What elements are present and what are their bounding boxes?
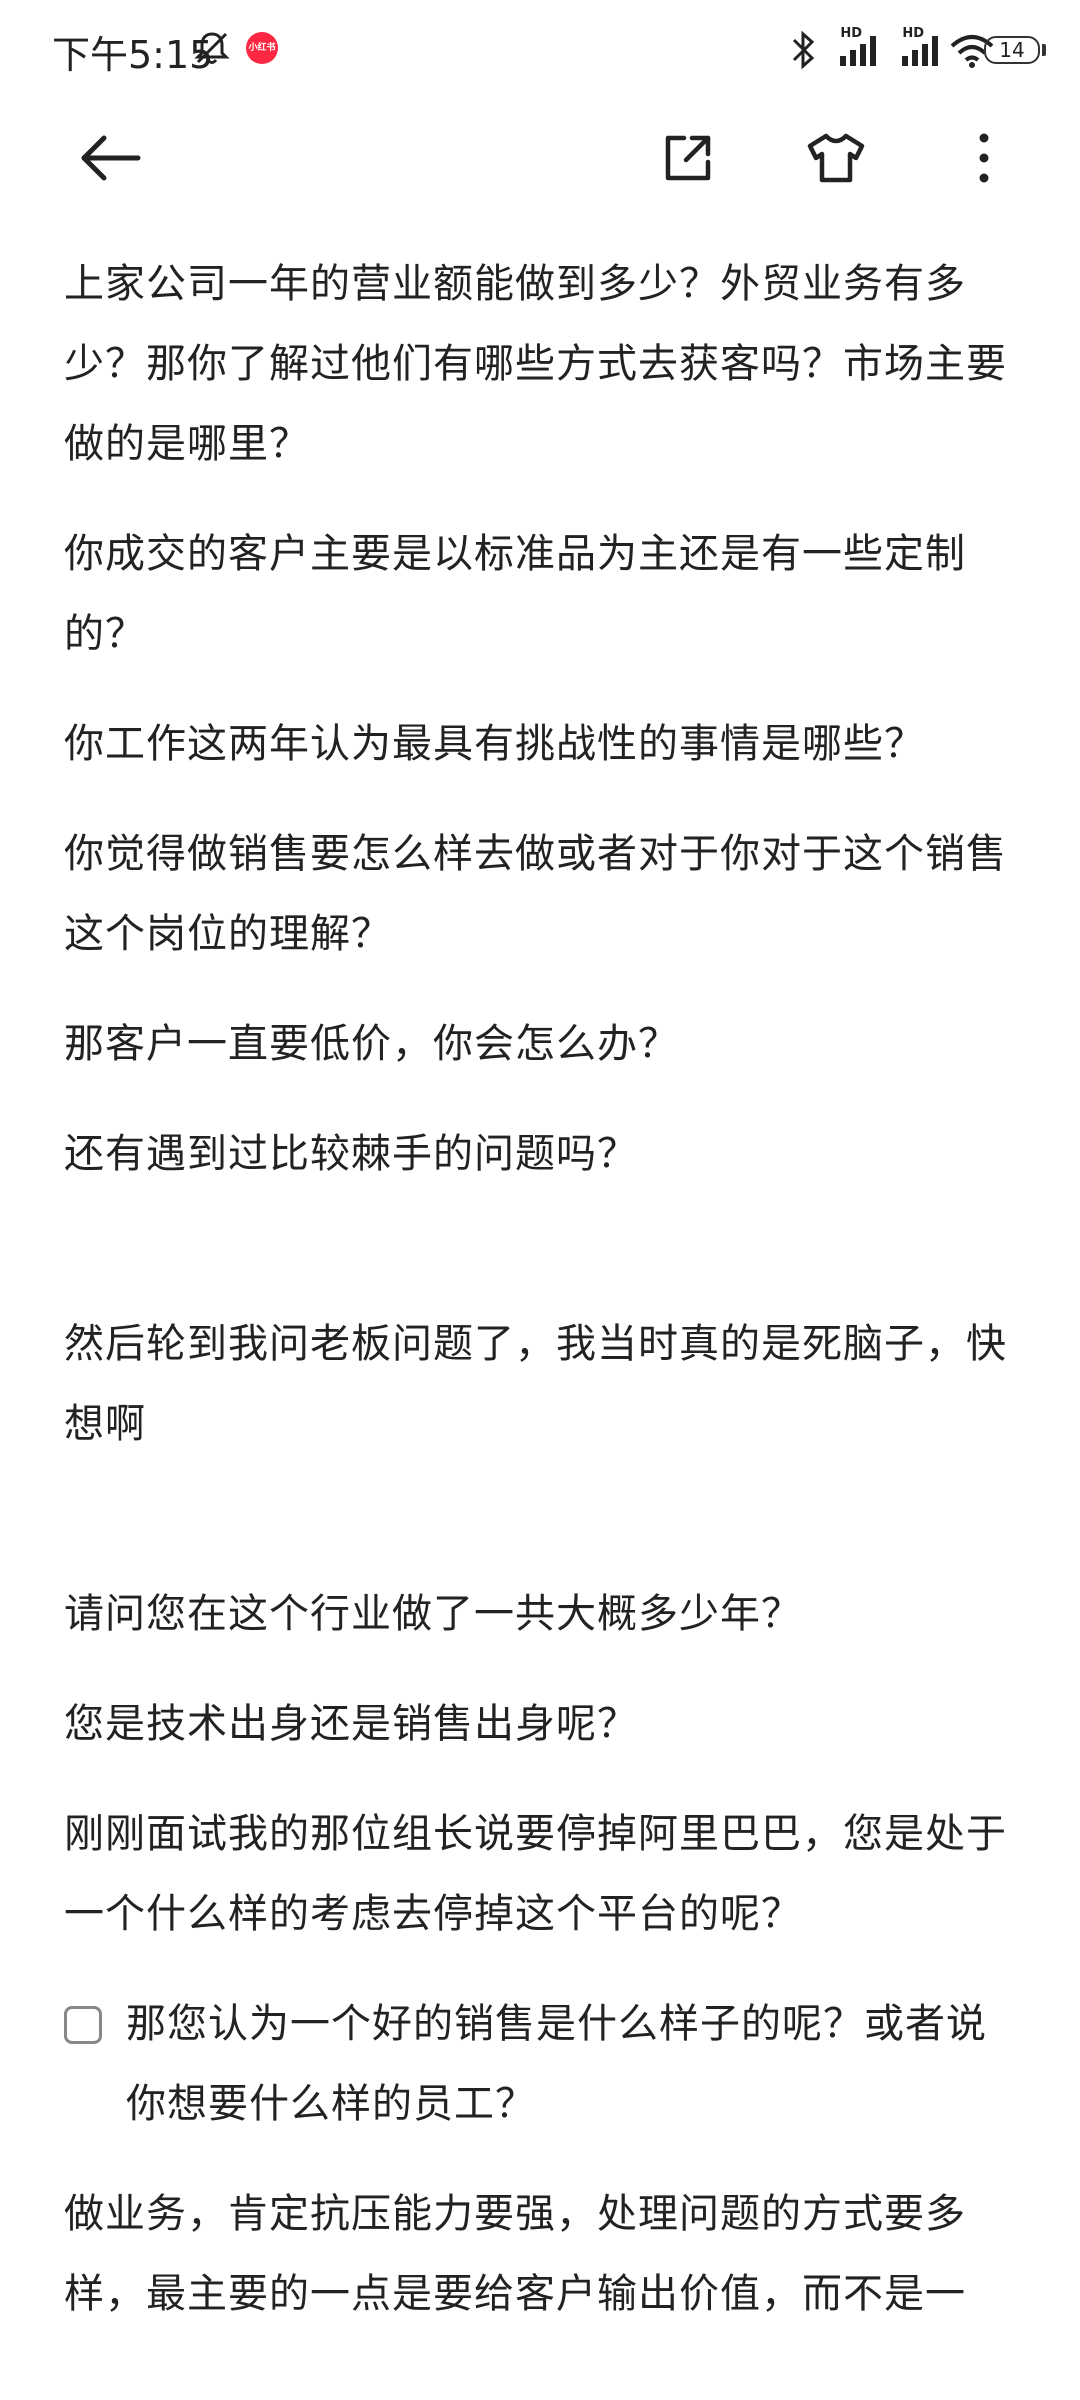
back-button[interactable] bbox=[70, 118, 150, 198]
note-paragraph: 请问您在这个行业做了一共大概多少年？ bbox=[64, 1591, 802, 1637]
note-paragraph: 刚刚面试我的那位组长说要停掉阿里巴巴，您是处于一个什么样的考虑去停掉这个平台的呢… bbox=[64, 1811, 1007, 1937]
note-paragraph: 做业务，肯定抗压能力要强，处理问题的方式要多样，最主要的一点是要给客户输出价值，… bbox=[64, 2191, 966, 2317]
note-paragraph: 然后轮到我问老板问题了，我当时真的是死脑子，快想啊 bbox=[64, 1321, 1007, 1447]
status-bar: 下午5:15 小红书 HD HD 14 bbox=[0, 0, 1080, 100]
battery-icon: 14 bbox=[984, 36, 1040, 64]
note-paragraph: 你觉得做销售要怎么样去做或者对于你对于这个销售这个岗位的理解？ bbox=[64, 831, 1007, 957]
note-paragraph: 您是技术出身还是销售出身呢？ bbox=[64, 1701, 638, 1747]
todo-text: 那您认为一个好的销售是什么样子的呢？或者说你想要什么样的员工？ bbox=[126, 2001, 987, 2127]
note-paragraph: 你成交的客户主要是以标准品为主还是有一些定制的？ bbox=[64, 531, 966, 657]
more-options-button[interactable] bbox=[944, 118, 1024, 198]
signal-icon bbox=[900, 28, 946, 72]
theme-shirt-button[interactable] bbox=[796, 118, 876, 198]
back-arrow-icon bbox=[81, 135, 141, 181]
top-toolbar bbox=[0, 110, 1080, 200]
todo-checkbox[interactable] bbox=[64, 2006, 102, 2044]
status-time: 下午5:15 bbox=[52, 33, 214, 77]
app-badge: 小红书 bbox=[246, 32, 278, 64]
signal-icon bbox=[838, 28, 884, 72]
shirt-icon bbox=[807, 133, 865, 183]
share-button[interactable] bbox=[648, 118, 728, 198]
todo-item: 那您认为一个好的销售是什么样子的呢？或者说你想要什么样的员工？ bbox=[64, 1984, 1024, 2144]
bluetooth-icon bbox=[788, 30, 818, 74]
note-paragraph: 上家公司一年的营业额能做到多少？外贸业务有多少？那你了解过他们有哪些方式去获客吗… bbox=[64, 261, 1007, 467]
note-paragraph: 还有遇到过比较棘手的问题吗？ bbox=[64, 1131, 638, 1177]
note-content[interactable]: 上家公司一年的营业额能做到多少？外贸业务有多少？那你了解过他们有哪些方式去获客吗… bbox=[64, 244, 1024, 2364]
share-icon bbox=[665, 135, 711, 181]
note-paragraph: 你工作这两年认为最具有挑战性的事情是哪些？ bbox=[64, 721, 925, 767]
note-paragraph: 那客户一直要低价，你会怎么办？ bbox=[64, 1021, 679, 1067]
more-vertical-icon bbox=[979, 133, 989, 183]
battery-cap bbox=[1042, 44, 1046, 56]
bell-muted-icon bbox=[192, 28, 232, 72]
